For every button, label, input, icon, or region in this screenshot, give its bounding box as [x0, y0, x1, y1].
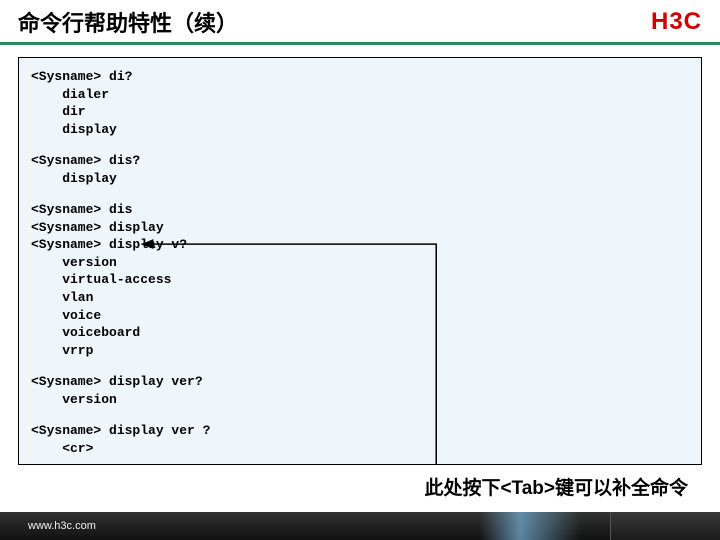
cli-block-5: <Sysname> display ver ? <cr> [31, 422, 689, 457]
cli-block-2: <Sysname> dis? display [31, 152, 689, 187]
cli-block-1: <Sysname> di? dialer dir display [31, 68, 689, 138]
page-title: 命令行帮助特性（续） [18, 6, 238, 38]
tab-hint-note: 此处按下<Tab>键可以补全命令 [0, 471, 720, 500]
cli-block-4: <Sysname> display ver? version [31, 373, 689, 408]
footer-right-panel [610, 512, 720, 540]
slide-header: 命令行帮助特性（续） H3C [0, 0, 720, 45]
cli-block-3: <Sysname> dis <Sysname> display <Sysname… [31, 201, 689, 359]
slide-footer: www.h3c.com [0, 512, 720, 540]
footer-url: www.h3c.com [28, 520, 96, 532]
terminal-output: <Sysname> di? dialer dir display <Sysnam… [18, 57, 702, 465]
footer-accent [480, 512, 580, 540]
h3c-logo: H3C [651, 8, 702, 36]
